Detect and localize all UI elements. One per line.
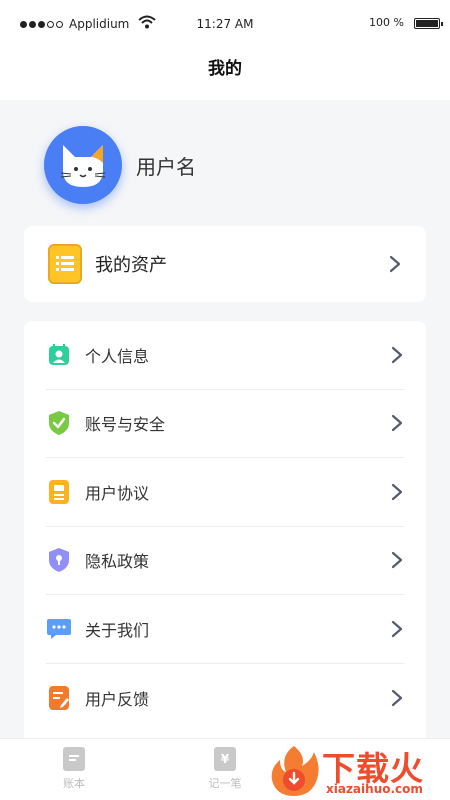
my-assets-row[interactable]: 我的资产 (24, 226, 426, 302)
menu-item-account-security[interactable]: 账号与安全 (46, 390, 404, 458)
menu-label: 用户协议 (85, 483, 150, 503)
menu-label: 用户反馈 (85, 689, 150, 709)
menu-label: 关于我们 (85, 620, 150, 640)
privacy-shield-icon (46, 547, 72, 573)
tab-label: 记一笔 (208, 777, 242, 790)
chevron-right-icon (391, 346, 403, 363)
chevron-right-icon (391, 552, 403, 569)
menu-item-user-feedback[interactable]: 用户反馈 (46, 664, 404, 733)
record-icon: ¥ (214, 747, 236, 771)
shield-check-icon (46, 410, 72, 436)
watermark-url: xiazaihuo.com (326, 782, 423, 796)
person-card-icon (46, 342, 72, 368)
tab-label: 账本 (63, 777, 85, 790)
menu-item-privacy-policy[interactable]: 隐私政策 (46, 527, 404, 595)
cat-avatar-icon (60, 145, 106, 187)
battery-icon (414, 18, 443, 29)
page-title: 我的 (0, 48, 450, 100)
menu-item-personal-info[interactable]: 个人信息 (46, 321, 404, 390)
flame-logo-icon (271, 746, 319, 796)
chat-bubble-icon (46, 616, 72, 642)
chevron-right-icon (391, 620, 403, 637)
assets-list-icon (48, 244, 82, 284)
tab-record[interactable]: ¥ 记一笔 (185, 747, 265, 791)
ledger-icon (63, 747, 85, 771)
feedback-edit-icon (46, 685, 72, 711)
chevron-right-icon (389, 255, 401, 273)
chevron-right-icon (391, 689, 403, 706)
username: 用户名 (136, 154, 196, 179)
my-assets-label: 我的资产 (95, 255, 167, 276)
chevron-right-icon (391, 483, 403, 500)
battery-percent: 100 % (369, 16, 404, 29)
avatar[interactable] (44, 126, 122, 204)
status-bar: Applidium 11:27 AM 100 % (0, 0, 450, 48)
tab-ledger[interactable]: 账本 (34, 747, 114, 791)
menu-item-user-agreement[interactable]: 用户协议 (46, 458, 404, 527)
menu-label: 隐私政策 (85, 552, 150, 572)
menu-item-about-us[interactable]: 关于我们 (46, 595, 404, 664)
watermark-logo: 下载火 xiazaihuo.com (264, 740, 450, 800)
chevron-right-icon (391, 415, 403, 432)
document-icon (46, 479, 72, 505)
settings-menu: 个人信息 账号与安全 用户协议 隐私政策 关于我们 用户反馈 (24, 321, 426, 751)
menu-label: 个人信息 (85, 346, 150, 366)
profile-header[interactable]: 用户名 (44, 125, 404, 205)
menu-label: 账号与安全 (85, 415, 166, 435)
